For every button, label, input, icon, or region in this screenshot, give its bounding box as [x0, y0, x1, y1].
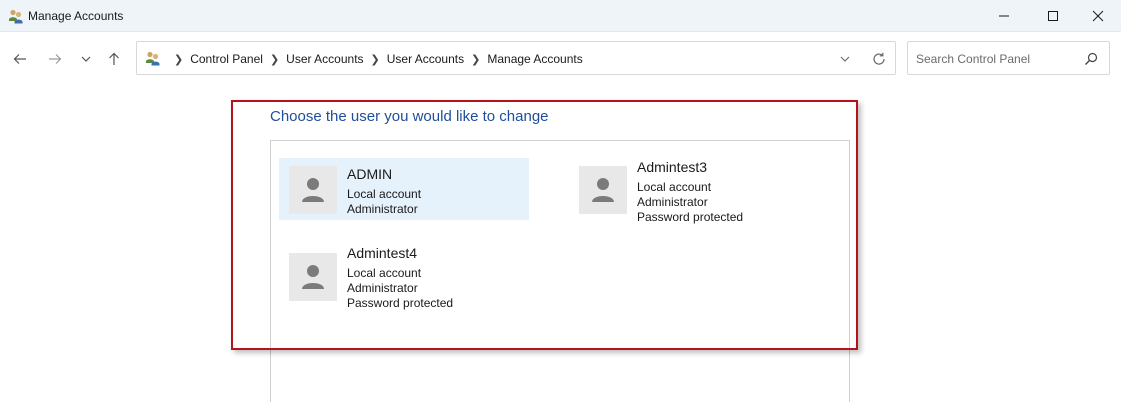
user-list: ADMIN Local account Administrator Admint… [270, 140, 850, 402]
user-silhouette-icon [592, 178, 614, 202]
close-button[interactable] [1075, 0, 1121, 32]
breadcrumb-item-manage-accounts[interactable]: Manage Accounts [487, 52, 582, 66]
refresh-icon [873, 52, 885, 65]
search-input[interactable] [916, 50, 1076, 68]
title-bar: Manage Accounts [0, 0, 1121, 32]
chevron-down-icon [840, 56, 850, 62]
avatar [289, 166, 337, 214]
recent-locations-button[interactable] [76, 49, 96, 69]
arrow-right-icon [49, 54, 62, 64]
search-icon[interactable] [1084, 52, 1098, 66]
user-tile-admintest3[interactable]: Admintest3 Local account Administrator P… [569, 158, 819, 224]
user-tile-admin[interactable]: ADMIN Local account Administrator [279, 158, 529, 220]
navigation-bar: ❯ Control Panel ❯ User Accounts ❯ User A… [0, 32, 1121, 84]
minimize-icon [999, 15, 1009, 17]
minimize-button[interactable] [981, 0, 1027, 32]
forward-button[interactable] [45, 49, 65, 69]
search-box[interactable] [907, 41, 1110, 75]
arrow-left-icon [13, 54, 26, 64]
chevron-right-icon[interactable]: ❯ [471, 53, 480, 66]
back-button[interactable] [10, 49, 30, 69]
user-account-type: Local account [347, 187, 422, 201]
breadcrumb-item-user-accounts-2[interactable]: User Accounts [387, 52, 464, 66]
users-group-icon [145, 50, 161, 66]
close-icon [1092, 10, 1104, 22]
user-account-type: Local account [347, 266, 422, 280]
user-tile-admintest4[interactable]: Admintest4 Local account Administrator P… [279, 245, 529, 310]
breadcrumb: ❯ Control Panel ❯ User Accounts ❯ User A… [167, 52, 583, 66]
page-heading: Choose the user you would like to change [270, 108, 549, 125]
address-bar[interactable]: ❯ Control Panel ❯ User Accounts ❯ User A… [136, 41, 896, 75]
user-name: ADMIN [347, 166, 393, 182]
refresh-button[interactable] [871, 51, 887, 67]
user-password-status: Password protected [347, 296, 454, 310]
user-silhouette-icon [302, 265, 324, 289]
chevron-right-icon[interactable]: ❯ [174, 53, 183, 66]
breadcrumb-item-control-panel[interactable]: Control Panel [190, 52, 263, 66]
up-button[interactable] [104, 49, 124, 69]
avatar [289, 253, 337, 301]
user-role: Administrator [347, 202, 418, 216]
user-silhouette-icon [302, 178, 324, 202]
chevron-down-icon [81, 56, 91, 62]
maximize-button[interactable] [1030, 0, 1076, 32]
maximize-icon [1048, 11, 1058, 21]
user-role: Administrator [347, 281, 418, 295]
users-group-icon [8, 8, 24, 24]
user-account-type: Local account [637, 180, 712, 194]
user-password-status: Password protected [637, 210, 744, 224]
chevron-right-icon[interactable]: ❯ [371, 53, 380, 66]
user-role: Administrator [637, 195, 708, 209]
arrow-up-icon [109, 52, 119, 65]
breadcrumb-item-user-accounts[interactable]: User Accounts [286, 52, 363, 66]
window-title: Manage Accounts [28, 9, 124, 23]
user-name: Admintest4 [347, 245, 418, 261]
chevron-right-icon[interactable]: ❯ [270, 53, 279, 66]
user-name: Admintest3 [637, 159, 708, 175]
avatar [579, 166, 627, 214]
address-dropdown-button[interactable] [838, 52, 852, 66]
